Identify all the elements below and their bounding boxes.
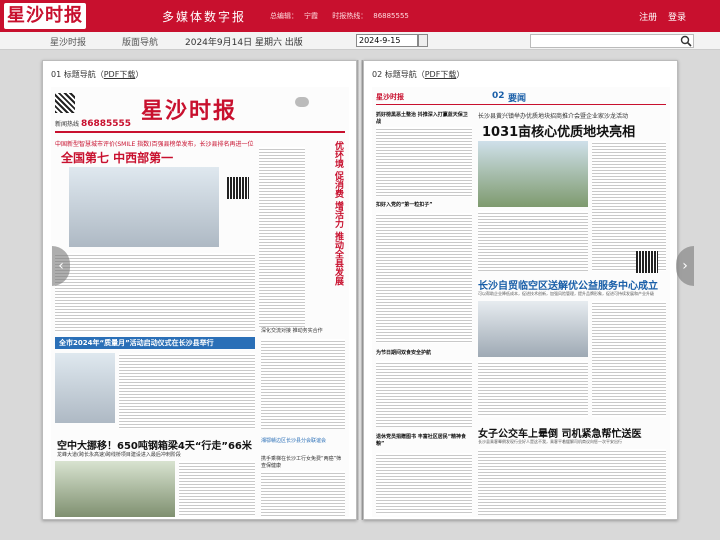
bus-subheadline: 长沙县乘客晕倒发现行业好人是这不我，乘客平着缓解司机商议向惩一次平安出行 (478, 439, 622, 444)
pdf-download-link-02[interactable]: PDF下载 (425, 70, 457, 79)
article-text (261, 339, 345, 429)
qr-code-icon (227, 177, 249, 199)
article-text (376, 213, 472, 343)
vertical-headline[interactable]: 优环境 促消费 增活力 推动全县发展 (309, 141, 343, 321)
masthead-hotline: 新闻热线 86885555 (55, 119, 132, 129)
side-headline[interactable]: 抓好榜黑恶土整治 抖推深入打赢蓝天保卫战 (376, 111, 472, 125)
article-text (478, 361, 588, 417)
lead-headline[interactable]: 全国第七 中西部第一 (61, 149, 173, 166)
side-headline[interactable]: 扣好入党的“第一粒扣子” (376, 201, 472, 208)
masthead-title: 星沙时报 (141, 98, 238, 124)
bridge-headline[interactable]: 空中大挪移！650吨钢箱梁4天“行走”66米 (57, 437, 252, 452)
qr-code-icon (636, 251, 658, 273)
service-photo (478, 301, 588, 357)
register-link[interactable]: 注册 (639, 13, 657, 23)
issue-date: 2024年9月14日 星期六 出版 (185, 38, 303, 48)
article-photo (55, 353, 115, 423)
lead-kicker[interactable]: 长沙县黄兴镇举办优质地块招商推介会暨企业家沙龙活动 (478, 111, 628, 120)
article-text (376, 361, 472, 427)
page-02[interactable]: 02 标题导航（PDF下载） 星沙时报 02 要闻 长沙县黄兴镇举办优质地块招商… (363, 60, 678, 520)
service-center-subheadline: 可以帮助企业降低成本，促进技术创新，加强风险管理，提升品牌形象，促进可持续发展和… (478, 291, 654, 296)
bridge-subheadline: 龙峰大道(跨长永高速)跨线桥项目建设进入最后冲刺阶段 (57, 452, 181, 458)
aerial-photo (478, 141, 588, 207)
qr-code-icon (55, 93, 75, 113)
page-section: 要闻 (508, 94, 527, 104)
site-logo[interactable]: 星沙时报 (4, 3, 86, 29)
article-text (259, 147, 305, 327)
page-01[interactable]: 01 标题导航（PDF下载） 星沙时报 新闻热线 86885555 中国新型智慧… (42, 60, 357, 520)
page-01-image[interactable]: 星沙时报 新闻热线 86885555 中国新型智慧城市评价(SMILE 指数)百… (51, 87, 349, 517)
side-headline[interactable]: 为节日期间双食安全护航 (376, 349, 472, 356)
search-input[interactable] (530, 34, 694, 48)
article-text (261, 471, 345, 517)
article-text (119, 353, 255, 429)
page-01-label: 01 标题导航（PDF下载） (51, 70, 144, 79)
nav-bar: 星沙时报 版面导航 2024年9月14日 星期六 出版 (0, 32, 720, 50)
article-text (592, 301, 666, 417)
side-headline[interactable]: 退休党员捐赠图书 丰富社区居民“精神食粮” (376, 433, 472, 447)
sub-headline[interactable]: 湘鄂赣边区长沙县分会联谊会 (261, 437, 326, 444)
top-header: 星沙时报 多媒体数字报 总编辑： 宁霞 时报热线： 86885555 注册 登录 (0, 0, 720, 32)
bridge-photo (55, 461, 175, 517)
page-logo: 星沙时报 (376, 93, 404, 101)
sub-headline[interactable]: 携手乘梯在长沙工行女免费“两癌”筛查保健康 (261, 455, 345, 469)
article-text (179, 461, 255, 517)
article-text (376, 127, 472, 197)
page-02-label: 02 标题导航（PDF下载） (372, 70, 465, 79)
cloud-icon (295, 97, 309, 107)
nav-layout-link[interactable]: 版面导航 (122, 35, 158, 48)
newspaper-viewer: 01 标题导航（PDF下载） 星沙时报 新闻热线 86885555 中国新型智慧… (42, 60, 680, 520)
blue-headline-bar[interactable]: 全市2024年“质量月”活动启动仪式在长沙县举行 (55, 337, 255, 349)
article-text (478, 211, 588, 271)
article-text (376, 453, 472, 515)
nav-home-link[interactable]: 星沙时报 (50, 35, 86, 48)
lead-headline[interactable]: 1031亩核心优质地块亮相 (482, 121, 635, 140)
page-header: 星沙时报 02 要闻 (376, 91, 666, 105)
bus-headline[interactable]: 女子公交车上晕倒 司机紧急帮忙送医 (478, 425, 641, 440)
site-title: 多媒体数字报 (162, 10, 247, 24)
service-center-headline[interactable]: 长沙自贸临空区送解优公益服务中心成立 (478, 277, 658, 292)
login-link[interactable]: 登录 (668, 13, 686, 23)
account-links: 注册 登录 (631, 10, 686, 23)
article-text (55, 253, 255, 333)
pdf-download-link-01[interactable]: PDF下载 (104, 70, 136, 79)
page-02-image[interactable]: 星沙时报 02 要闻 长沙县黄兴镇举办优质地块招商推介会暨企业家沙龙活动 103… (372, 87, 670, 517)
search-icon[interactable] (680, 35, 692, 47)
sub-headline[interactable]: 深化交流对接 推动务实合作 (261, 327, 323, 334)
lead-kicker[interactable]: 中国新型智慧城市评价(SMILE 指数)百强县榜单发布，长沙县排名再进一位 (55, 139, 253, 148)
article-text (478, 449, 666, 515)
editor-info: 总编辑： 宁霞 时报热线： 86885555 (270, 12, 409, 20)
page-number: 02 (492, 91, 505, 101)
masthead: 星沙时报 新闻热线 86885555 (55, 91, 345, 133)
calendar-icon[interactable] (418, 34, 428, 47)
date-input[interactable] (356, 34, 418, 47)
lead-photo (69, 167, 219, 247)
